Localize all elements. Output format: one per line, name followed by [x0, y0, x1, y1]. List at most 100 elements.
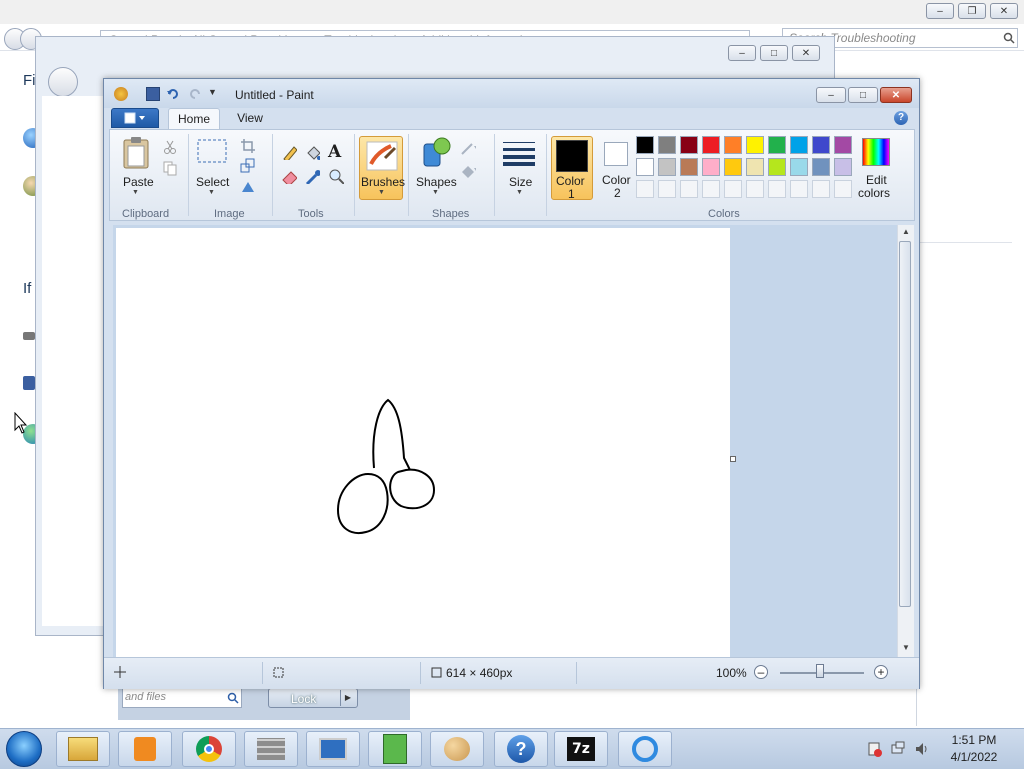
drawing-canvas[interactable]	[116, 228, 730, 658]
close-button[interactable]: ✕	[792, 45, 820, 61]
minimize-button[interactable]: –	[926, 3, 954, 19]
remote-desktop-icon[interactable]	[306, 731, 360, 767]
copy-icon[interactable]	[162, 160, 178, 176]
resize-icon[interactable]	[240, 158, 256, 174]
rotate-icon[interactable]	[240, 178, 256, 194]
scroll-up-icon[interactable]: ▲	[902, 227, 910, 236]
action-center-icon[interactable]	[866, 741, 882, 757]
crop-icon[interactable]	[240, 138, 256, 154]
custom-color-slot[interactable]	[812, 180, 830, 198]
start-search-input[interactable]: and files	[122, 688, 242, 708]
color-swatch[interactable]	[658, 136, 676, 154]
fill-icon[interactable]	[304, 144, 320, 160]
zoom-in-icon[interactable]: +	[874, 665, 888, 679]
chevron-down-icon[interactable]: ▼	[208, 189, 215, 196]
color-swatch[interactable]	[812, 158, 830, 176]
color-swatch[interactable]	[680, 158, 698, 176]
canvas-resize-handle[interactable]	[730, 456, 736, 462]
paste-icon[interactable]	[122, 136, 150, 170]
pencil-icon[interactable]	[281, 144, 297, 160]
size-label[interactable]: Size	[509, 175, 532, 189]
chevron-right-icon[interactable]: ▶	[340, 690, 355, 706]
maximize-button[interactable]: □	[760, 45, 788, 61]
color-swatch[interactable]	[834, 136, 852, 154]
custom-color-slot[interactable]	[746, 180, 764, 198]
redo-icon[interactable]	[188, 87, 202, 101]
custom-color-slot[interactable]	[680, 180, 698, 198]
clock-date[interactable]: 4/1/2022	[944, 750, 1004, 764]
shapes-label[interactable]: Shapes	[416, 175, 457, 189]
tab-home[interactable]: Home	[168, 108, 220, 130]
color-swatch[interactable]	[702, 136, 720, 154]
chevron-down-icon[interactable]: ▼	[132, 189, 139, 196]
back-icon[interactable]	[48, 67, 78, 97]
custom-color-slot[interactable]	[834, 180, 852, 198]
help-icon[interactable]: ?	[494, 731, 548, 767]
paste-label[interactable]: Paste	[123, 175, 154, 189]
maximize-button[interactable]: □	[848, 87, 878, 103]
help-icon[interactable]: ?	[894, 111, 908, 125]
color-swatch[interactable]	[746, 136, 764, 154]
firewall-icon[interactable]	[244, 731, 298, 767]
minimize-button[interactable]: –	[816, 87, 846, 103]
windows-explorer-icon[interactable]	[56, 731, 110, 767]
volume-icon[interactable]	[914, 741, 930, 757]
close-button[interactable]: ✕	[880, 87, 912, 103]
text-icon[interactable]: A	[328, 142, 344, 162]
outline-icon[interactable]	[460, 140, 476, 156]
paint-icon[interactable]	[430, 731, 484, 767]
color-swatch[interactable]	[790, 158, 808, 176]
color-swatch[interactable]	[636, 158, 654, 176]
color-swatch[interactable]	[724, 158, 742, 176]
color1-button[interactable]: Color 1	[551, 136, 593, 201]
size-icon[interactable]	[502, 140, 536, 166]
custom-color-slot[interactable]	[724, 180, 742, 198]
shapes-icon[interactable]	[418, 136, 454, 168]
start-button[interactable]	[6, 731, 42, 767]
custom-color-slot[interactable]	[702, 180, 720, 198]
color-swatch[interactable]	[658, 158, 676, 176]
paint-menu-button[interactable]	[111, 108, 159, 128]
minimize-button[interactable]: –	[728, 45, 756, 61]
7zip-icon[interactable]: 7z	[554, 731, 608, 767]
save-icon[interactable]	[146, 87, 160, 101]
edit-colors-button[interactable]: Edit colors	[858, 136, 896, 200]
custom-color-slot[interactable]	[790, 180, 808, 198]
close-button[interactable]: ✕	[990, 3, 1018, 19]
brushes-button[interactable]: Brushes ▼	[359, 136, 405, 200]
color-swatch[interactable]	[812, 136, 830, 154]
zoom-slider-thumb[interactable]	[816, 664, 824, 678]
chrome-icon[interactable]	[182, 731, 236, 767]
color-swatch[interactable]	[702, 158, 720, 176]
cut-icon[interactable]	[162, 139, 178, 155]
chevron-down-icon[interactable]: ▼	[516, 189, 523, 196]
color-swatch[interactable]	[834, 158, 852, 176]
color2-button[interactable]: Color 2	[598, 136, 638, 200]
magnifier-icon[interactable]	[328, 168, 344, 184]
notepad-icon[interactable]	[368, 731, 422, 767]
lock-button[interactable]: Lock ▶	[268, 688, 358, 708]
color-swatch[interactable]	[746, 158, 764, 176]
color-swatch[interactable]	[680, 136, 698, 154]
custom-color-slot[interactable]	[768, 180, 786, 198]
paint-app-icon[interactable]	[114, 87, 128, 101]
network-icon[interactable]	[890, 741, 906, 757]
chevron-down-icon[interactable]: ▼	[432, 189, 439, 196]
scroll-down-icon[interactable]: ▼	[902, 643, 910, 652]
color-swatch[interactable]	[790, 136, 808, 154]
undo-icon[interactable]	[166, 87, 180, 101]
color-swatch[interactable]	[636, 136, 654, 154]
custom-color-slot[interactable]	[636, 180, 654, 198]
fill-shape-icon[interactable]	[460, 162, 476, 178]
media-player-icon[interactable]	[118, 731, 172, 767]
select-icon[interactable]	[196, 138, 228, 164]
customize-quick-access-icon[interactable]: ▼	[208, 87, 222, 101]
scrollbar-thumb[interactable]	[899, 241, 911, 607]
eraser-icon[interactable]	[281, 168, 297, 184]
color-picker-icon[interactable]	[304, 168, 320, 184]
tab-view[interactable]: View	[224, 108, 276, 130]
color-swatch[interactable]	[724, 136, 742, 154]
clock-time[interactable]: 1:51 PM	[944, 733, 1004, 747]
zoom-out-icon[interactable]: –	[754, 665, 768, 679]
color-swatch[interactable]	[768, 158, 786, 176]
